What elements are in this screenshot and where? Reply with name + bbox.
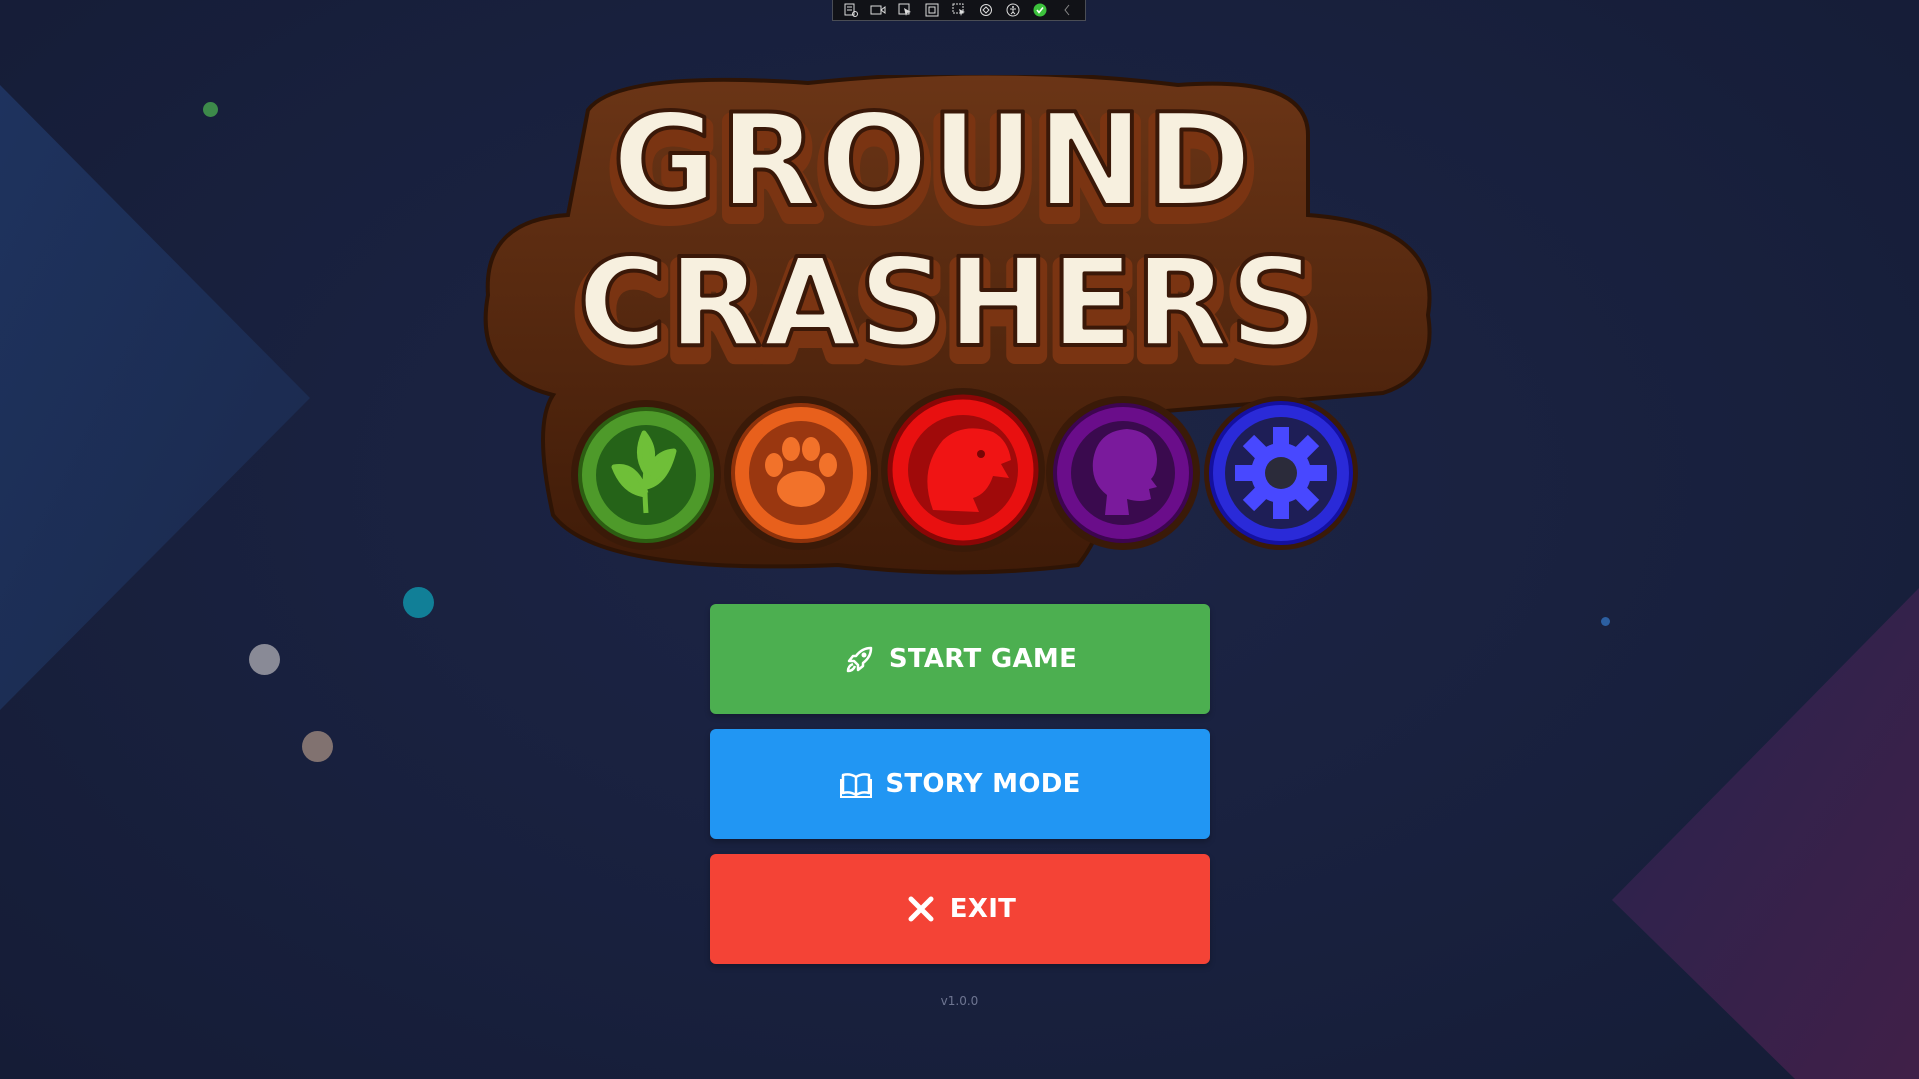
track-focus-icon[interactable] xyxy=(950,2,968,18)
record-icon[interactable] xyxy=(869,2,887,18)
particle-dot xyxy=(403,587,434,618)
live-tree-icon[interactable] xyxy=(842,2,860,18)
debug-toolbar xyxy=(832,0,1086,21)
story-mode-button[interactable]: STORY MODE xyxy=(710,729,1210,839)
story-mode-label: STORY MODE xyxy=(885,769,1081,799)
particle-dot xyxy=(249,644,280,675)
collapse-chevron-icon[interactable] xyxy=(1058,2,1076,18)
accessibility-icon[interactable] xyxy=(1004,2,1022,18)
main-menu: START GAME STORY MODE EXIT xyxy=(710,604,1210,964)
game-logo: GROUND GROUND CRASHERS CRASHERS xyxy=(483,75,1432,575)
leaf-emblem-icon xyxy=(571,400,721,550)
particle-dot xyxy=(203,102,218,117)
exit-label: EXIT xyxy=(949,894,1017,924)
particle-dot xyxy=(302,731,333,762)
gear-emblem-icon xyxy=(1204,396,1358,550)
particle-dot xyxy=(1601,617,1610,626)
paw-emblem-icon xyxy=(724,396,878,550)
main-menu-screen: GROUND GROUND CRASHERS CRASHERS START GA… xyxy=(0,0,1919,1079)
beast-emblem-icon xyxy=(881,388,1045,552)
layout-adorner-icon[interactable] xyxy=(923,2,941,18)
select-element-icon[interactable] xyxy=(896,2,914,18)
hot-reload-icon[interactable] xyxy=(977,2,995,18)
start-game-button[interactable]: START GAME xyxy=(710,604,1210,714)
start-game-label: START GAME xyxy=(888,644,1078,674)
rocket-icon xyxy=(843,642,877,676)
close-icon xyxy=(904,892,938,926)
head-profile-emblem-icon xyxy=(1046,396,1200,550)
logo-title-line2: CRASHERS xyxy=(577,232,1318,374)
status-check-icon[interactable] xyxy=(1031,2,1049,18)
book-icon xyxy=(839,767,873,801)
exit-button[interactable]: EXIT xyxy=(710,854,1210,964)
version-label: v1.0.0 xyxy=(940,994,979,1008)
logo-title-line1: GROUND xyxy=(612,87,1254,236)
